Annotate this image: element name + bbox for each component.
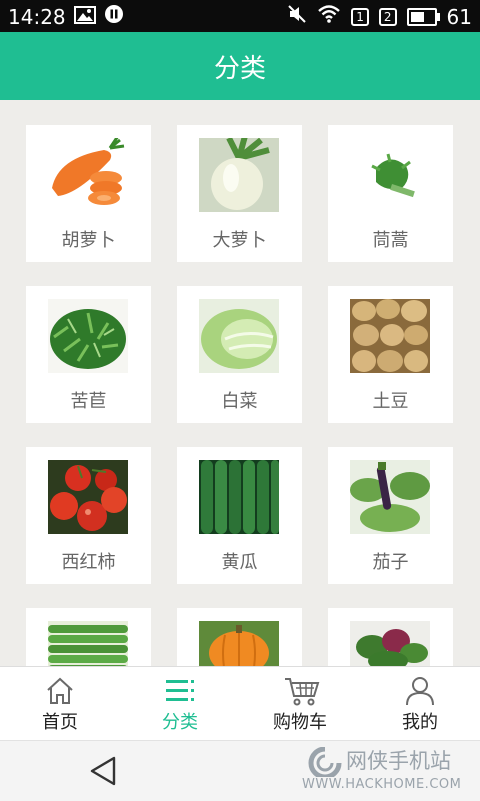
home-icon: [44, 676, 76, 706]
cabbage-image: [199, 299, 279, 373]
pumpkin-image: [199, 621, 279, 666]
category-card-amaranth[interactable]: [328, 608, 453, 666]
battery-icon: [406, 7, 440, 26]
category-list-icon: [164, 676, 196, 706]
category-card-pumpkin[interactable]: [177, 608, 302, 666]
bottom-tab-bar: 首页 分类 购物车 我的: [0, 666, 480, 741]
tab-label: 首页: [42, 712, 78, 733]
status-time: 14:28: [8, 4, 66, 29]
cart-icon: [284, 676, 320, 706]
category-label: 西红柿: [61, 552, 116, 573]
category-card-crown-daisy[interactable]: 茼蒿: [328, 125, 453, 262]
sim1-signal-icon: 1: [351, 7, 369, 26]
pause-notification-icon: [104, 4, 124, 29]
user-icon: [404, 676, 436, 706]
category-card-tomato[interactable]: 西红柿: [26, 447, 151, 584]
status-left: 14:28: [8, 4, 124, 29]
category-label: 大萝卜: [212, 230, 267, 251]
category-label: 土豆: [372, 391, 409, 412]
eggplant-image: [350, 460, 430, 534]
wifi-icon: [317, 4, 341, 29]
category-label: 白菜: [221, 391, 258, 412]
potato-image: [350, 299, 430, 373]
tab-home[interactable]: 首页: [0, 667, 120, 741]
category-card-endive[interactable]: 苦苣: [26, 286, 151, 423]
cucumber-image: [199, 460, 279, 534]
tab-profile[interactable]: 我的: [360, 667, 480, 741]
back-button[interactable]: [88, 755, 122, 787]
mute-icon: [287, 4, 307, 29]
page-header: 分类: [0, 32, 480, 100]
category-card-eggplant[interactable]: 茄子: [328, 447, 453, 584]
category-label: 苦苣: [70, 391, 107, 412]
watermark-url: WWW.HACKHOME.COM: [302, 777, 462, 792]
category-label: 茄子: [372, 552, 409, 573]
category-card-cabbage[interactable]: 白菜: [177, 286, 302, 423]
tab-label: 我的: [402, 712, 438, 733]
category-label: 胡萝卜: [61, 230, 116, 251]
page-title: 分类: [213, 53, 266, 84]
category-label: 茼蒿: [372, 230, 409, 251]
tomato-image: [48, 460, 128, 534]
radish-image: [199, 138, 279, 212]
tab-label: 分类: [162, 712, 198, 733]
tab-label: 购物车: [273, 712, 327, 733]
tab-cart[interactable]: 购物车: [240, 667, 360, 741]
sim2-signal-icon: 2: [378, 7, 397, 26]
carrot-image: [48, 138, 128, 212]
category-card-potato[interactable]: 土豆: [328, 286, 453, 423]
status-right: 1 2 61: [287, 4, 472, 29]
category-label: 黄瓜: [221, 552, 258, 573]
category-grid: 胡萝卜 大萝卜 茼蒿 苦苣 白菜 土豆 西红柿 黄瓜 茄子: [0, 100, 480, 666]
tab-category[interactable]: 分类: [120, 667, 240, 741]
gallery-notification-icon: [73, 5, 96, 29]
battery-percent: 61: [446, 4, 472, 29]
endive-image: [48, 299, 128, 373]
category-card-cucumber[interactable]: 黄瓜: [177, 447, 302, 584]
status-bar: 14:28 1 2 61: [0, 0, 480, 32]
hackhome-logo-icon: [308, 746, 342, 780]
green-bean-image: [48, 621, 128, 666]
back-triangle-icon: [90, 756, 116, 786]
watermark: 网侠手机站 WWW.HACKHOME.COM: [302, 745, 472, 797]
amaranth-image: [350, 621, 430, 666]
system-nav-bar: 网侠手机站 WWW.HACKHOME.COM: [0, 740, 480, 801]
category-card-green-bean[interactable]: [26, 608, 151, 666]
category-card-radish[interactable]: 大萝卜: [177, 125, 302, 262]
category-card-carrot[interactable]: 胡萝卜: [26, 125, 151, 262]
watermark-name: 网侠手机站: [346, 749, 451, 773]
crown-daisy-image: [350, 138, 430, 212]
